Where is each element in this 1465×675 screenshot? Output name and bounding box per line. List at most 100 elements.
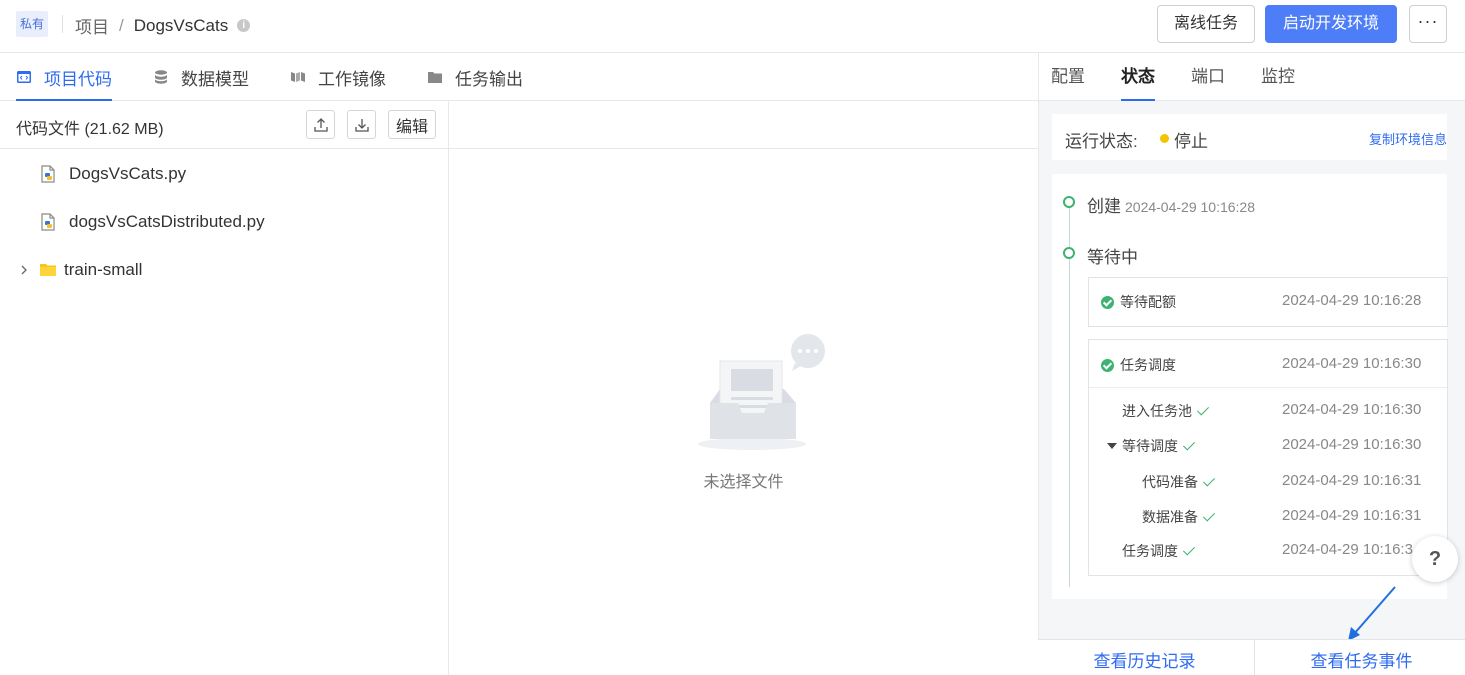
step-row-expandable[interactable]: 等待调度 — [1107, 436, 1196, 456]
private-badge: 私有 — [16, 11, 49, 37]
step-row: 代码准备 — [1142, 472, 1216, 492]
created-time: 2024-04-29 10:16:28 — [1125, 199, 1255, 215]
check-icon — [1202, 473, 1216, 487]
file-item-dogsvscats-distributed[interactable]: dogsVsCatsDistributed.py — [38, 207, 265, 237]
tab-task-output[interactable]: 任务输出 — [427, 53, 523, 101]
check-icon — [1182, 542, 1196, 556]
code-files-title: 代码文件 (21.62 MB) — [16, 121, 164, 138]
step-time: 2024-04-29 10:16:31 — [1282, 472, 1422, 489]
folder-icon — [40, 264, 56, 276]
preview-header — [449, 101, 1038, 149]
run-status-label: 运行状态: — [1065, 132, 1138, 151]
timeline-dot-created — [1063, 196, 1075, 208]
step-label: 等待调度 — [1122, 438, 1178, 454]
step-time: 2024-04-29 10:16:30 — [1282, 401, 1422, 418]
tab-work-image[interactable]: 工作镜像 — [290, 53, 386, 101]
caret-down-icon[interactable] — [1107, 443, 1117, 449]
check-circle-icon — [1101, 295, 1114, 309]
timeline-waiting-label: 等待中 — [1087, 248, 1138, 267]
chevron-right-icon[interactable] — [18, 264, 30, 276]
timeline-created: 创建 2024-04-29 10:16:28 — [1087, 192, 1255, 217]
breadcrumb-separator: / — [119, 15, 124, 35]
schedule-row: 任务调度 — [1101, 355, 1176, 375]
python-file-icon — [41, 213, 55, 231]
file-toolbar: 代码文件 (21.62 MB) 编辑 — [0, 101, 448, 149]
status-timeline: 创建 2024-04-29 10:16:28 等待中 等待配额 2024-04-2… — [1052, 174, 1448, 599]
annotation-arrow — [1348, 586, 1396, 641]
quota-card: 等待配额 2024-04-29 10:16:28 — [1088, 277, 1448, 327]
tab-config[interactable]: 配置 — [1051, 53, 1085, 101]
timeline-line — [1069, 203, 1070, 587]
quota-row: 等待配额 — [1101, 292, 1176, 312]
check-icon — [1202, 508, 1216, 522]
step-label: 数据准备 — [1142, 509, 1198, 525]
upload-icon — [313, 117, 328, 132]
step-row: 任务调度 — [1122, 541, 1196, 561]
top-header: 私有 项目 / DogsVsCats i 离线任务 启动开发环境 ··· — [0, 0, 1465, 53]
file-item-dogsvscats[interactable]: DogsVsCats.py — [38, 159, 186, 189]
empty-inbox-illustration — [698, 334, 825, 450]
code-file-icon — [17, 71, 31, 83]
run-status-bar: 运行状态: 停止 复制环境信息 — [1052, 114, 1447, 160]
edit-button[interactable]: 编辑 — [388, 110, 436, 139]
step-row: 进入任务池 — [1122, 401, 1210, 421]
copy-env-info-link[interactable]: 复制环境信息 — [1369, 129, 1447, 148]
image-icon — [291, 72, 305, 82]
step-label: 代码准备 — [1142, 474, 1198, 490]
tab-ports[interactable]: 端口 — [1191, 53, 1225, 101]
view-task-events-button[interactable]: 查看任务事件 — [1255, 640, 1465, 675]
quota-time: 2024-04-29 10:16:28 — [1282, 292, 1422, 309]
schedule-card: 任务调度 2024-04-29 10:16:30 进入任务池 2024-04-2… — [1088, 339, 1448, 576]
check-icon — [1182, 437, 1196, 451]
check-circle-icon — [1101, 358, 1114, 372]
database-icon — [155, 70, 167, 84]
project-tabs: 项目代码 数据模型 工作镜像 任务输出 — [0, 53, 1038, 101]
run-status-value: 停止 — [1174, 132, 1208, 151]
offline-task-button[interactable]: 离线任务 — [1157, 5, 1255, 43]
tab-label: 工作镜像 — [318, 69, 386, 89]
help-button[interactable]: ? — [1412, 536, 1458, 582]
start-dev-env-button[interactable]: 启动开发环境 — [1265, 5, 1397, 43]
file-name: DogsVsCats.py — [69, 164, 187, 183]
folder-icon — [428, 72, 442, 83]
quota-label: 等待配额 — [1120, 294, 1176, 310]
more-options-button[interactable]: ··· — [1409, 5, 1447, 43]
view-history-button[interactable]: 查看历史记录 — [1038, 640, 1251, 675]
download-icon — [354, 118, 369, 132]
breadcrumb-projects[interactable]: 项目 — [75, 13, 109, 38]
schedule-label: 任务调度 — [1120, 357, 1176, 373]
code-file-panel: 代码文件 (21.62 MB) 编辑 DogsVsCats.py dogsVsC… — [0, 101, 449, 675]
step-label: 进入任务池 — [1122, 403, 1192, 419]
tab-label: 项目代码 — [44, 69, 112, 89]
schedule-card-divider — [1089, 387, 1447, 388]
step-label: 任务调度 — [1122, 543, 1178, 559]
timeline-dot-waiting — [1063, 247, 1075, 259]
download-button[interactable] — [347, 110, 376, 139]
info-icon[interactable]: i — [237, 19, 251, 32]
empty-preview-text: 未选择文件 — [703, 474, 784, 491]
created-label: 创建 — [1087, 197, 1121, 216]
project-name: DogsVsCats — [133, 15, 229, 35]
python-file-icon — [41, 165, 55, 183]
tab-project-code[interactable]: 项目代码 — [16, 53, 112, 101]
header-divider — [62, 15, 63, 33]
step-time: 2024-04-29 10:16:30 — [1282, 436, 1422, 453]
step-time: 2024-04-29 10:16:3 — [1282, 541, 1413, 558]
tab-status[interactable]: 状态 — [1121, 53, 1155, 101]
tab-data-model[interactable]: 数据模型 — [153, 53, 249, 101]
file-preview-area: 未选择文件 — [449, 101, 1038, 675]
step-row: 数据准备 — [1142, 507, 1216, 527]
tab-monitor[interactable]: 监控 — [1261, 53, 1295, 101]
tab-label: 任务输出 — [455, 69, 523, 89]
status-dot — [1160, 134, 1169, 143]
schedule-time: 2024-04-29 10:16:30 — [1282, 355, 1422, 372]
folder-item-train-small[interactable]: train-small — [18, 255, 142, 285]
breadcrumb: 项目 / DogsVsCats i — [75, 13, 251, 38]
upload-button[interactable] — [306, 110, 335, 139]
env-tabs: 配置 状态 端口 监控 — [1039, 53, 1465, 101]
file-name: dogsVsCatsDistributed.py — [69, 212, 265, 231]
check-icon — [1196, 402, 1210, 416]
step-time: 2024-04-29 10:16:31 — [1282, 507, 1422, 524]
tab-label: 数据模型 — [181, 69, 249, 89]
folder-name: train-small — [64, 260, 143, 279]
